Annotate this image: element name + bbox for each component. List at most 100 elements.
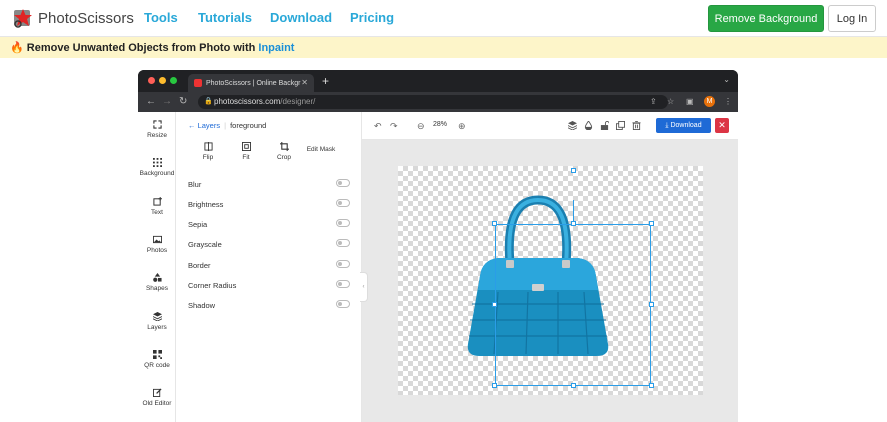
option-label: Grayscale <box>188 240 222 249</box>
sidebar-item-label: Resize <box>147 132 167 139</box>
resize-handle-ne[interactable] <box>649 221 654 226</box>
back-to-layers-link[interactable]: ← Layers <box>188 121 220 130</box>
new-tab-icon[interactable]: + <box>322 74 329 88</box>
url-host: photoscissors.com <box>214 97 281 106</box>
edit-mask-tool[interactable]: Edit Mask <box>306 146 336 153</box>
transparent-canvas[interactable] <box>398 166 703 395</box>
sidebar-item-photos[interactable]: Photos <box>138 235 176 254</box>
option-label: Brightness <box>188 200 224 209</box>
shadow-toggle[interactable] <box>336 300 350 308</box>
trash-icon[interactable] <box>632 121 641 130</box>
share-icon[interactable]: ⇪ <box>650 97 657 106</box>
sidebar-item-text[interactable]: Text <box>138 197 176 216</box>
resize-handle-s[interactable] <box>571 383 576 388</box>
sidebar-item-qr-code[interactable]: QR code <box>138 350 176 369</box>
grid-dots-icon <box>152 158 162 167</box>
tab-close-icon[interactable]: ✕ <box>301 78 308 87</box>
corner-radius-toggle[interactable] <box>336 280 350 288</box>
lock-icon: 🔒 <box>204 98 213 105</box>
sidebar-item-label: Photos <box>146 247 168 254</box>
sidebar-toggle-icon[interactable]: ▣ <box>686 97 694 106</box>
collapse-panel-tab[interactable]: ‹ <box>360 272 368 302</box>
resize-handle-se[interactable] <box>649 383 654 388</box>
promo-text: Remove Unwanted Objects from Photo with <box>26 42 259 54</box>
profile-avatar[interactable]: M <box>704 96 715 107</box>
download-button[interactable]: ⤓ Download <box>656 118 711 133</box>
layer-properties-panel: ← Layers | foreground Flip Fit Crop Edit M… <box>176 112 362 422</box>
opacity-drop-icon[interactable] <box>584 121 593 130</box>
site-header: PhotoScissors Tools Tutorials Download P… <box>0 0 887 37</box>
tab-list-chevron-icon[interactable]: ⌄ <box>723 75 730 84</box>
resize-handle-n[interactable] <box>571 221 576 226</box>
sidebar-item-label: Old Editor <box>142 400 172 407</box>
reload-icon[interactable]: ↻ <box>179 96 187 107</box>
flip-tool[interactable]: Flip <box>194 142 222 161</box>
undo-icon[interactable]: ↶ <box>374 121 382 132</box>
sidebar-item-old-editor[interactable]: Old Editor <box>138 388 176 407</box>
tool-label: Fit <box>242 154 250 161</box>
forward-arrow-icon[interactable]: → <box>162 96 172 107</box>
close-window-dot[interactable] <box>148 77 155 84</box>
option-border: Border <box>188 260 350 270</box>
browser-tab[interactable]: PhotoScissors | Online Backgr ✕ <box>188 74 314 92</box>
option-blur: Blur <box>188 179 350 189</box>
close-editor-button[interactable]: ✕ <box>715 118 729 133</box>
brand-logo[interactable]: PhotoScissors <box>12 7 134 29</box>
bookmark-star-icon[interactable]: ☆ <box>667 97 674 106</box>
resize-handle-nw[interactable] <box>492 221 497 226</box>
sidebar-item-background[interactable]: Background <box>138 158 176 177</box>
panel-breadcrumb: ← Layers | foreground <box>188 121 267 130</box>
zoom-in-icon[interactable]: ⊕ <box>458 121 466 132</box>
sidebar-item-resize[interactable]: Resize <box>138 120 176 139</box>
fire-icon: 🔥 <box>10 42 24 54</box>
login-button[interactable]: Log In <box>828 5 876 32</box>
nav-tutorials[interactable]: Tutorials <box>198 10 252 25</box>
sidebar-item-label: Text <box>151 209 163 216</box>
option-label: Shadow <box>188 301 216 310</box>
blur-toggle[interactable] <box>336 179 350 187</box>
sidebar-item-layers[interactable]: Layers <box>138 312 176 331</box>
option-label: Sepia <box>188 220 208 229</box>
image-icon <box>152 235 162 244</box>
resize-handle-w[interactable] <box>492 302 497 307</box>
address-bar[interactable]: 🔒 photoscissors.com/designer/ <box>198 95 668 109</box>
redo-icon[interactable]: ↷ <box>390 121 398 132</box>
sidebar-item-label: Shapes <box>145 285 169 292</box>
designer-app: Resize Background Text Photos Shapes Lay… <box>138 112 738 422</box>
edit-icon <box>152 388 162 397</box>
nav-tools[interactable]: Tools <box>144 10 178 25</box>
fit-tool[interactable]: Fit <box>232 142 260 161</box>
editor-toolbar: ↶ ↷ ⊖ 28% ⊕ ⤓ Download ✕ <box>362 112 738 140</box>
zoom-out-icon[interactable]: ⊖ <box>417 121 425 132</box>
sepia-toggle[interactable] <box>336 219 350 227</box>
layers-order-icon[interactable] <box>568 121 577 130</box>
remove-background-button[interactable]: Remove Background <box>708 5 824 32</box>
border-toggle[interactable] <box>336 260 350 268</box>
browser-menu-icon[interactable]: ⋮ <box>724 97 732 106</box>
option-shadow: Shadow <box>188 300 350 310</box>
sidebar-item-shapes[interactable]: Shapes <box>138 273 176 292</box>
brightness-toggle[interactable] <box>336 199 350 207</box>
resize-handle-sw[interactable] <box>492 383 497 388</box>
nav-download[interactable]: Download <box>270 10 332 25</box>
nav-pricing[interactable]: Pricing <box>350 10 394 25</box>
grayscale-toggle[interactable] <box>336 239 350 247</box>
duplicate-icon[interactable] <box>616 121 625 130</box>
inpaint-link[interactable]: Inpaint <box>258 42 294 54</box>
minimize-window-dot[interactable] <box>159 77 166 84</box>
browser-urlbar: ← → ↻ 🔒 photoscissors.com/designer/ ⇪ ☆ … <box>138 92 738 112</box>
brand-name: PhotoScissors <box>38 9 134 27</box>
flip-icon <box>203 142 213 151</box>
sidebar-item-label: Background <box>139 170 175 177</box>
unlock-icon[interactable] <box>600 121 609 130</box>
rotate-handle[interactable] <box>571 168 576 173</box>
back-arrow-icon[interactable]: ← <box>146 96 156 107</box>
crop-tool[interactable]: Crop <box>270 142 298 161</box>
maximize-window-dot[interactable] <box>170 77 177 84</box>
option-sepia: Sepia <box>188 219 350 229</box>
layers-icon <box>152 312 162 321</box>
favicon-icon <box>194 79 202 87</box>
resize-handle-e[interactable] <box>649 302 654 307</box>
option-label: Corner Radius <box>188 281 237 290</box>
current-layer-name: foreground <box>230 121 267 130</box>
